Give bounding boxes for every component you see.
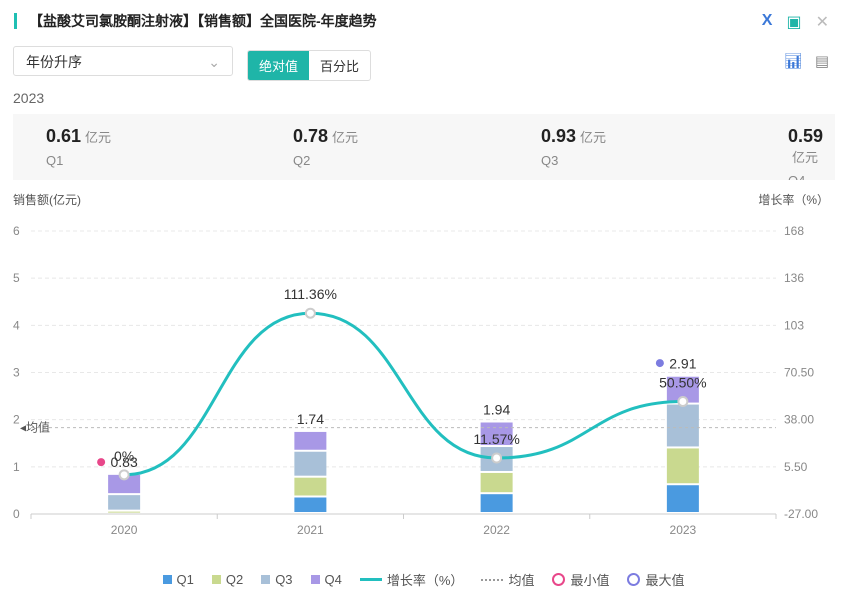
legend: Q1 Q2 Q3 Q4 增长率（%） 均值 最小值 最大值	[0, 570, 847, 589]
y2-tick-label: 70.50	[784, 366, 814, 380]
x-tick-label: 2020	[111, 523, 138, 537]
legend-q1[interactable]: Q1	[162, 570, 194, 589]
total-label: 2.91	[669, 356, 696, 372]
y-tick-label: 4	[13, 318, 20, 332]
bar-q3	[666, 404, 699, 447]
y-tick-label: 3	[13, 366, 20, 380]
y-tick-label: 1	[13, 460, 20, 474]
legend-min[interactable]: 最小值	[552, 570, 609, 589]
growth-point	[118, 469, 130, 481]
min-marker	[97, 458, 106, 467]
bar-q1	[666, 485, 699, 512]
y-tick-label: 5	[13, 271, 20, 285]
growth-label: 50.50%	[659, 375, 706, 391]
growth-label: 0%	[114, 448, 134, 464]
y2-tick-label: 103	[784, 318, 804, 332]
legend-q3[interactable]: Q3	[261, 570, 293, 589]
y-tick-label: 6	[13, 224, 20, 238]
bar-q2	[666, 448, 699, 484]
y2-tick-label: 136	[784, 271, 804, 285]
y2-tick-label: 5.50	[784, 460, 808, 474]
growth-point	[491, 452, 503, 464]
y2-tick-label: 38.00	[784, 413, 814, 427]
bar-q2	[294, 477, 327, 496]
y2-tick-label: -27.00	[784, 507, 818, 521]
x-tick-label: 2023	[670, 523, 697, 537]
mean-label: ◂均值	[20, 420, 50, 435]
x-tick-label: 2021	[297, 523, 324, 537]
legend-growth[interactable]: 增长率（%）	[359, 570, 463, 589]
bar-q4	[294, 431, 327, 450]
y2-tick-label: 168	[784, 224, 804, 238]
total-label: 1.74	[297, 411, 324, 427]
bar-q2	[480, 472, 513, 493]
legend-q4[interactable]: Q4	[310, 570, 342, 589]
x-tick-label: 2022	[483, 523, 510, 537]
bar-q1	[480, 494, 513, 512]
bar-q2	[108, 511, 141, 513]
legend-max[interactable]: 最大值	[627, 570, 684, 589]
growth-label: 111.36%	[284, 286, 337, 302]
bar-q1	[294, 497, 327, 512]
growth-point	[677, 396, 689, 408]
legend-mean[interactable]: 均值	[481, 570, 534, 589]
chart: 0 1 2 3 4 5 6 -27.00 5.50 38.00 70.50 103 136 168 2020…	[13, 224, 818, 537]
y-tick-label: 2	[13, 413, 20, 427]
y-tick-label: 0	[13, 507, 20, 521]
growth-point	[304, 307, 316, 319]
bar-q3	[108, 495, 141, 510]
growth-label: 11.57%	[473, 431, 519, 447]
total-label: 1.94	[483, 401, 510, 417]
bar-q3	[294, 451, 327, 476]
legend-q2[interactable]: Q2	[211, 570, 243, 589]
growth-line	[124, 311, 683, 477]
max-marker	[655, 359, 664, 368]
